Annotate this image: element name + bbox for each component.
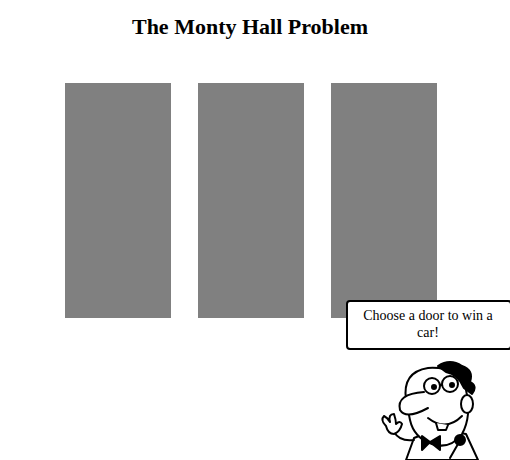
speech-text: Choose a door to win a car! <box>356 307 500 341</box>
speech-bubble: Choose a door to win a car! <box>346 300 510 350</box>
host-icon <box>366 360 508 460</box>
page-title: The Monty Hall Problem <box>0 14 500 40</box>
monty-hall-page: The Monty Hall Problem Choose a door to w… <box>0 0 510 460</box>
door[interactable] <box>198 83 304 318</box>
door-row <box>0 83 510 318</box>
door[interactable] <box>65 83 171 318</box>
door[interactable] <box>331 83 437 318</box>
